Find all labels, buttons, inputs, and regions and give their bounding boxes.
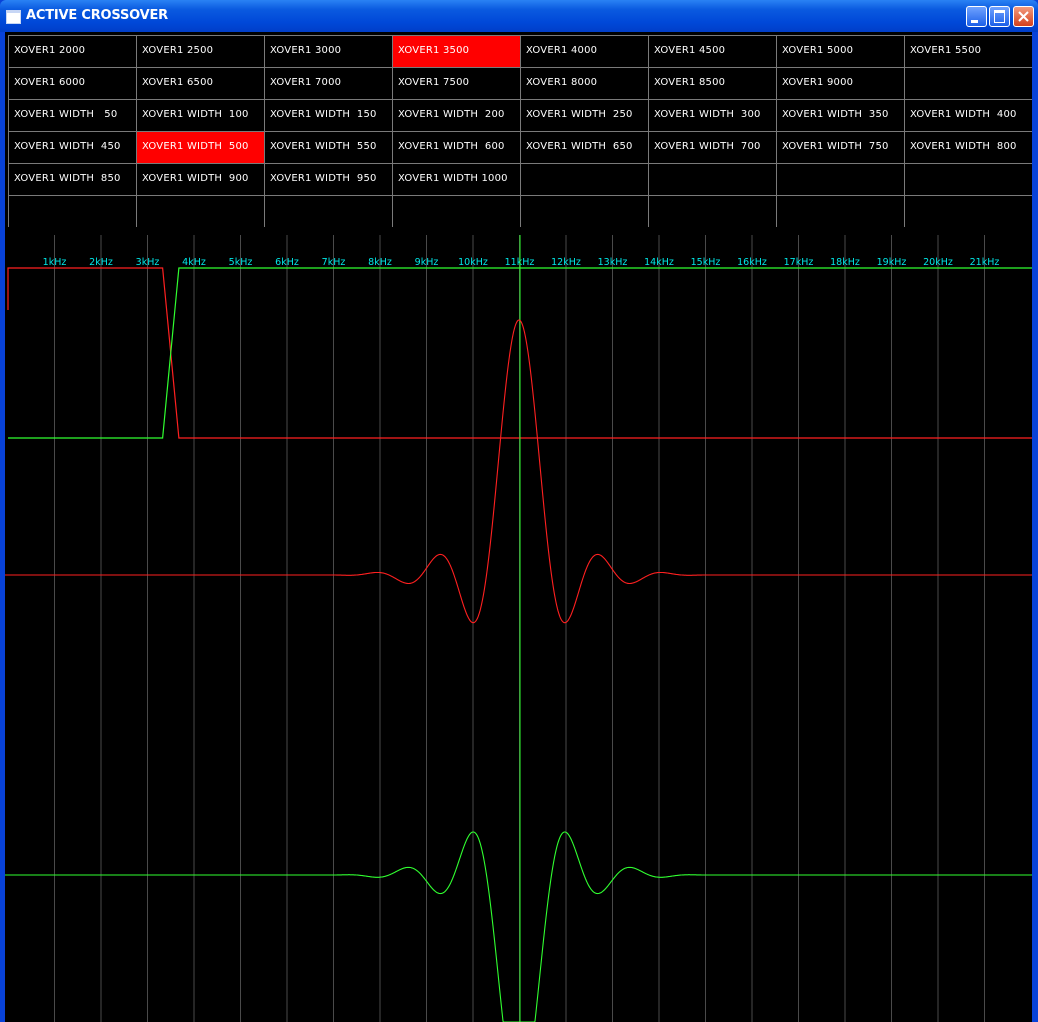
freq-label: 7kHz	[322, 257, 346, 268]
freq-label: 14kHz	[644, 257, 674, 268]
button-xover1-width-350[interactable]: XOVER1 WIDTH 350	[776, 99, 904, 131]
button-xover1-3500[interactable]: XOVER1 3500	[392, 35, 520, 67]
button-xover1-8000[interactable]: XOVER1 8000	[520, 67, 648, 99]
button-xover1-2500[interactable]: XOVER1 2500	[136, 35, 264, 67]
minimize-button[interactable]	[966, 6, 987, 27]
button-xover1-width-750[interactable]: XOVER1 WIDTH 750	[776, 131, 904, 163]
button-xover1-width-450[interactable]: XOVER1 WIDTH 450	[8, 131, 136, 163]
freq-label: 1kHz	[43, 257, 67, 268]
freq-label: 10kHz	[458, 257, 488, 268]
freq-label: 8kHz	[368, 257, 392, 268]
empty-cell	[392, 195, 520, 227]
freq-label: 17kHz	[784, 257, 814, 268]
freq-label: 20kHz	[923, 257, 953, 268]
freq-label: 13kHz	[598, 257, 628, 268]
button-xover1-width-900[interactable]: XOVER1 WIDTH 900	[136, 163, 264, 195]
freq-label: 12kHz	[551, 257, 581, 268]
button-xover1-width-950[interactable]: XOVER1 WIDTH 950	[264, 163, 392, 195]
button-xover1-width-800[interactable]: XOVER1 WIDTH 800	[904, 131, 1032, 163]
title-bar[interactable]: ACTIVE CROSSOVER	[0, 0, 1038, 32]
client-area: XOVER1 2000 XOVER1 2500 XOVER1 3000 XOVER1 …	[5, 32, 1032, 1022]
empty-cell	[520, 195, 648, 227]
freq-label: 18kHz	[830, 257, 860, 268]
button-xover1-3000[interactable]: XOVER1 3000	[264, 35, 392, 67]
button-xover1-width-200[interactable]: XOVER1 WIDTH 200	[392, 99, 520, 131]
window-icon	[6, 10, 21, 24]
freq-label: 16kHz	[737, 257, 767, 268]
button-xover1-width-600[interactable]: XOVER1 WIDTH 600	[392, 131, 520, 163]
freq-label: 15kHz	[691, 257, 721, 268]
button-xover1-width-300[interactable]: XOVER1 WIDTH 300	[648, 99, 776, 131]
button-xover1-6500[interactable]: XOVER1 6500	[136, 67, 264, 99]
freq-label: 9kHz	[415, 257, 439, 268]
freq-label: 3kHz	[136, 257, 160, 268]
app-window: ACTIVE CROSSOVER XOVER1 2000 XOVER1 2500 X…	[0, 0, 1038, 1022]
empty-cell	[264, 195, 392, 227]
button-xover1-width-50[interactable]: XOVER1 WIDTH 50	[8, 99, 136, 131]
empty-cell	[776, 163, 904, 195]
button-xover1-width-250[interactable]: XOVER1 WIDTH 250	[520, 99, 648, 131]
button-xover1-5500[interactable]: XOVER1 5500	[904, 35, 1032, 67]
window-title: ACTIVE CROSSOVER	[26, 8, 168, 23]
close-button[interactable]	[1013, 6, 1034, 27]
button-xover1-width-550[interactable]: XOVER1 WIDTH 550	[264, 131, 392, 163]
empty-cell	[520, 163, 648, 195]
freq-label: 5kHz	[229, 257, 253, 268]
freq-label: 4kHz	[182, 257, 206, 268]
button-xover1-width-700[interactable]: XOVER1 WIDTH 700	[648, 131, 776, 163]
button-xover1-width-150[interactable]: XOVER1 WIDTH 150	[264, 99, 392, 131]
freq-label: 21kHz	[970, 257, 1000, 268]
button-xover1-width-400[interactable]: XOVER1 WIDTH 400	[904, 99, 1032, 131]
frequency-plot: 1kHz 2kHz 3kHz 4kHz 5kHz 6kHz 7kHz 8kHz 9kHz 10kH…	[5, 235, 1032, 1022]
button-xover1-width-650[interactable]: XOVER1 WIDTH 650	[520, 131, 648, 163]
button-xover1-8500[interactable]: XOVER1 8500	[648, 67, 776, 99]
empty-cell	[776, 195, 904, 227]
empty-cell	[904, 67, 1032, 99]
highpass-impulse	[5, 831, 1032, 1022]
button-xover1-width-850[interactable]: XOVER1 WIDTH 850	[8, 163, 136, 195]
button-xover1-6000[interactable]: XOVER1 6000	[8, 67, 136, 99]
button-xover1-9000[interactable]: XOVER1 9000	[776, 67, 904, 99]
button-xover1-width-500[interactable]: XOVER1 WIDTH 500	[136, 131, 264, 163]
button-xover1-7000[interactable]: XOVER1 7000	[264, 67, 392, 99]
close-icon	[1018, 11, 1029, 22]
crossover-button-grid: XOVER1 2000 XOVER1 2500 XOVER1 3000 XOVER1 …	[8, 35, 1032, 227]
freq-label: 19kHz	[877, 257, 907, 268]
empty-cell	[904, 163, 1032, 195]
lowpass-impulse	[5, 319, 1032, 624]
button-xover1-width-100[interactable]: XOVER1 WIDTH 100	[136, 99, 264, 131]
button-xover1-width-1000[interactable]: XOVER1 WIDTH 1000	[392, 163, 520, 195]
freq-label: 2kHz	[89, 257, 113, 268]
empty-cell	[648, 195, 776, 227]
button-xover1-7500[interactable]: XOVER1 7500	[392, 67, 520, 99]
button-xover1-4500[interactable]: XOVER1 4500	[648, 35, 776, 67]
button-xover1-4000[interactable]: XOVER1 4000	[520, 35, 648, 67]
empty-cell	[8, 195, 136, 227]
empty-cell	[136, 195, 264, 227]
maximize-button[interactable]	[989, 6, 1010, 27]
freq-label: 6kHz	[275, 257, 299, 268]
empty-cell	[904, 195, 1032, 227]
button-xover1-5000[interactable]: XOVER1 5000	[776, 35, 904, 67]
empty-cell	[648, 163, 776, 195]
button-xover1-2000[interactable]: XOVER1 2000	[8, 35, 136, 67]
